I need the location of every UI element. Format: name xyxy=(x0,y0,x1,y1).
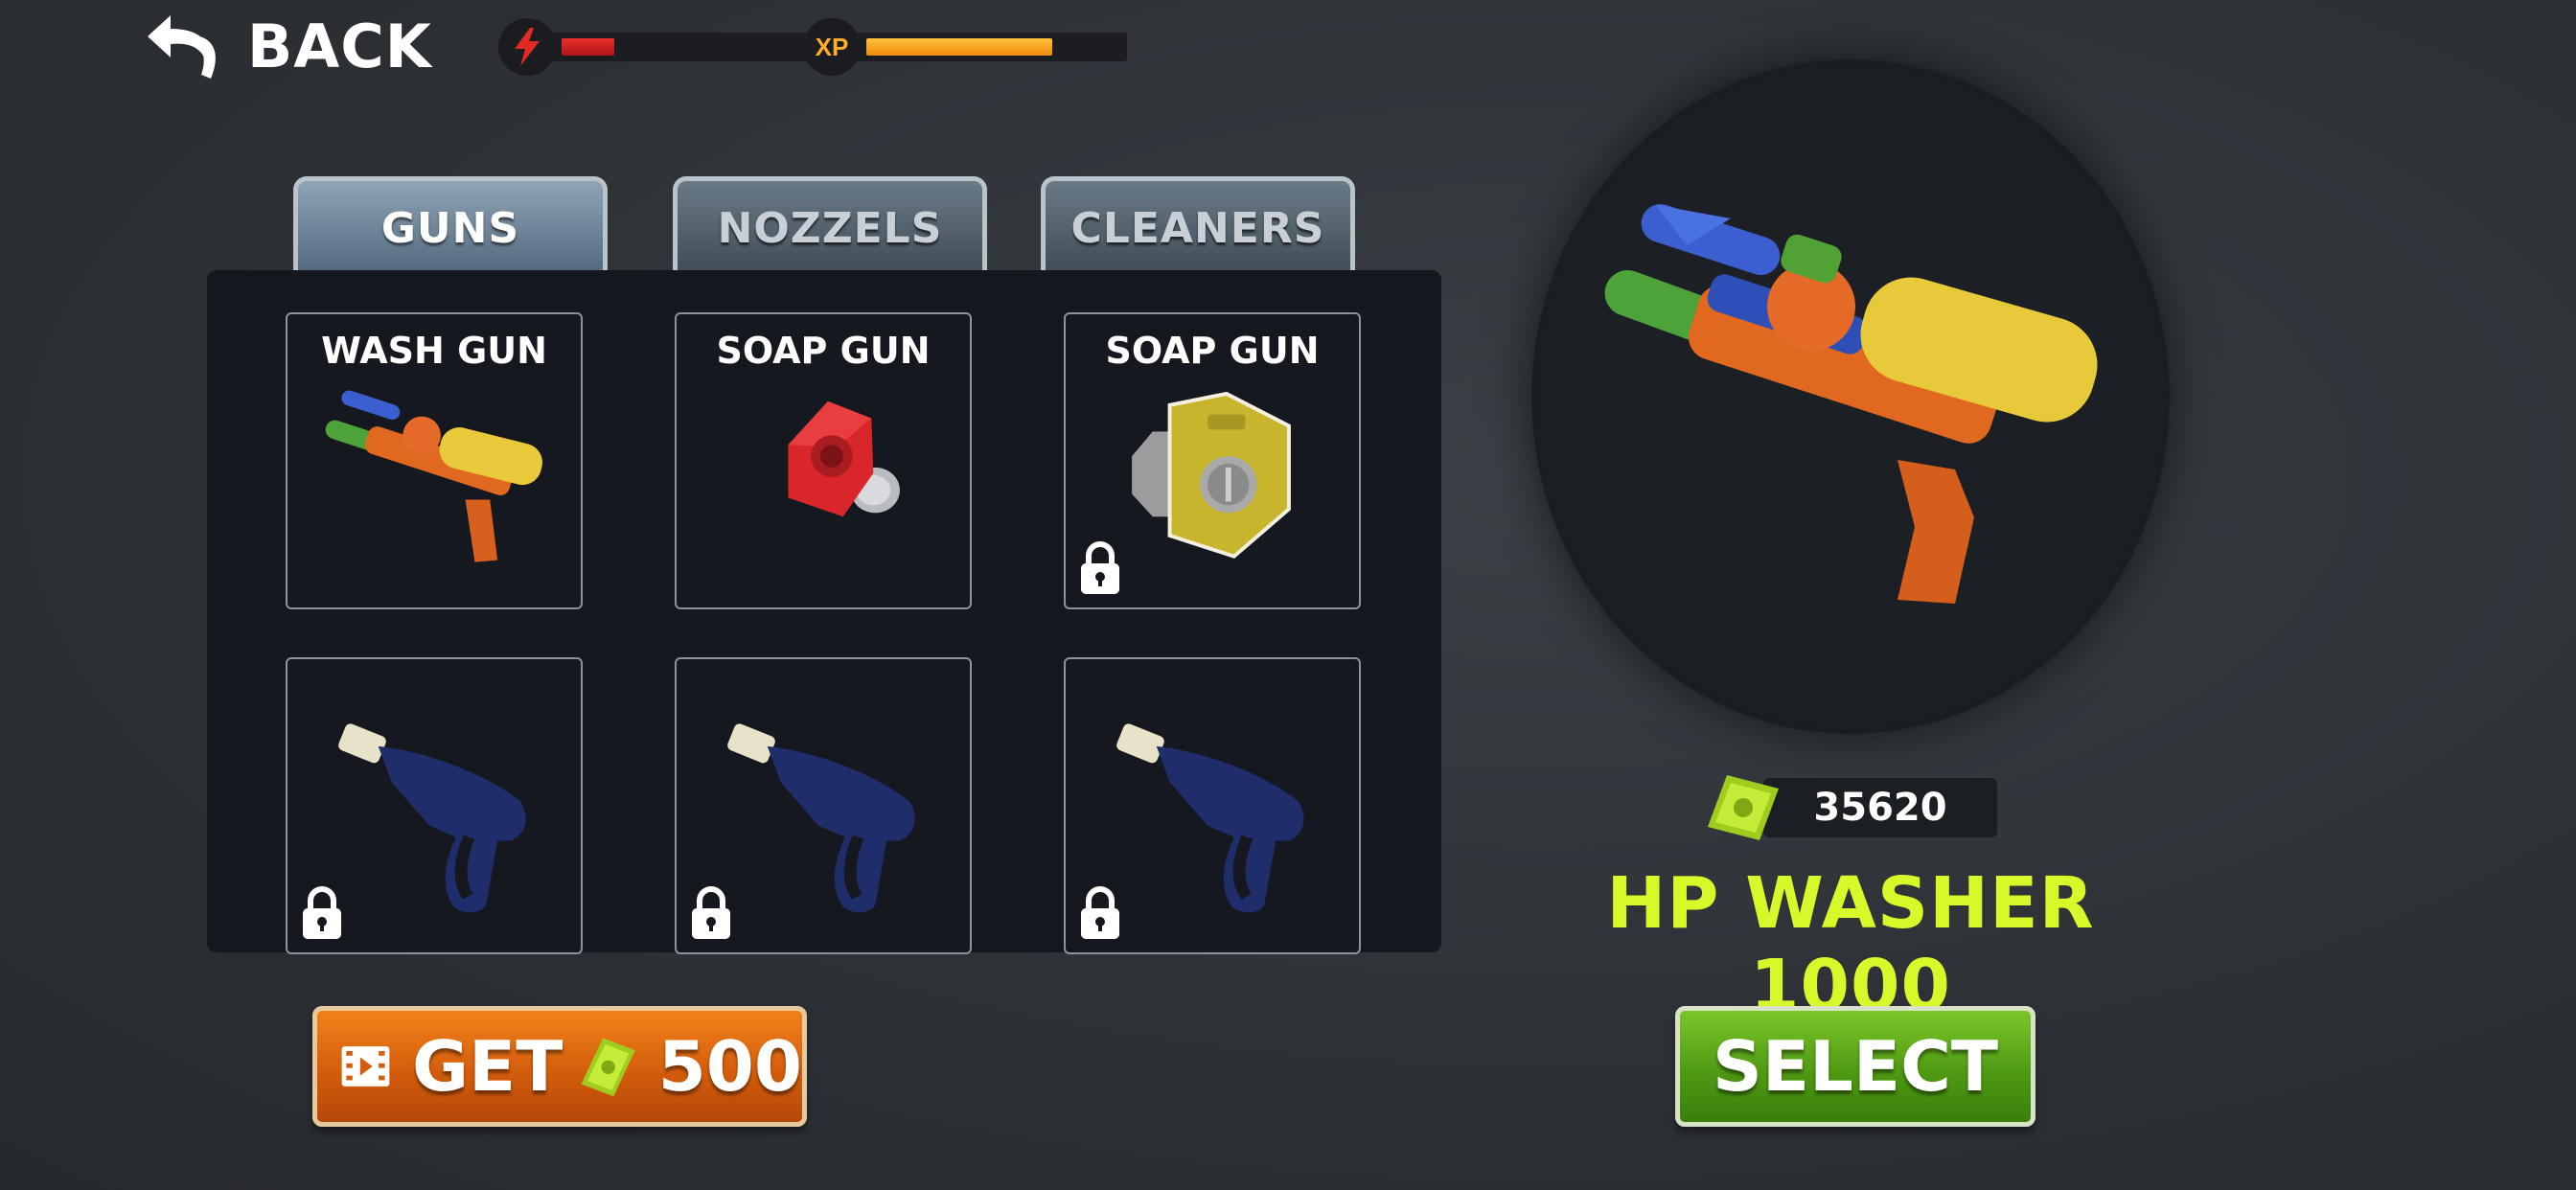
item-card-soap-gun-red[interactable]: SOAP GUN xyxy=(675,312,972,609)
lock-icon xyxy=(1081,886,1119,939)
water-gun-icon xyxy=(325,390,542,562)
back-label: BACK xyxy=(247,11,432,81)
water-gun-icon xyxy=(1604,204,2098,604)
item-card-pressure-gun-3[interactable] xyxy=(1064,657,1361,954)
energy-meter xyxy=(498,18,822,76)
back-arrow-icon xyxy=(148,15,216,79)
get-cash-video-button[interactable]: GET 500 xyxy=(312,1006,807,1127)
tab-nozzels[interactable]: NOZZELS xyxy=(673,176,987,276)
item-card-soap-gun-yellow[interactable]: SOAP GUN xyxy=(1064,312,1361,609)
price-display: 35620 xyxy=(1706,771,1997,844)
lock-icon xyxy=(303,886,341,939)
item-card-pressure-gun-2[interactable] xyxy=(675,657,972,954)
get-label: GET xyxy=(411,1026,564,1107)
cash-icon xyxy=(581,1038,636,1097)
energy-fill xyxy=(562,38,615,56)
item-card-wash-gun[interactable]: WASH GUN xyxy=(286,312,583,609)
tab-guns[interactable]: GUNS xyxy=(293,176,608,276)
red-nozzle-icon xyxy=(788,400,900,517)
xp-badge: XP xyxy=(803,18,861,76)
xp-badge-text: XP xyxy=(815,32,849,61)
selected-item-name: HP WASHER 1000 xyxy=(1606,862,2095,1027)
tab-cleaners[interactable]: CLEANERS xyxy=(1041,176,1355,276)
energy-badge xyxy=(498,18,556,76)
lightning-bolt-icon xyxy=(515,28,540,66)
xp-track xyxy=(847,33,1127,61)
lock-icon xyxy=(692,886,730,939)
back-button[interactable]: BACK xyxy=(144,8,432,84)
item-grid-panel: WASH GUN SOAP GUN SOAP GUN xyxy=(207,270,1441,954)
video-film-icon xyxy=(341,1046,390,1087)
select-button[interactable]: SELECT xyxy=(1675,1006,2036,1127)
cash-icon xyxy=(1708,775,1779,840)
xp-meter: XP xyxy=(803,18,1127,76)
lock-icon xyxy=(1081,541,1119,594)
item-card-pressure-gun-1[interactable] xyxy=(286,657,583,954)
xp-fill xyxy=(866,38,1053,56)
price-amount: 35620 xyxy=(1763,778,1997,837)
get-amount: 500 xyxy=(657,1026,802,1107)
energy-track xyxy=(542,33,822,61)
